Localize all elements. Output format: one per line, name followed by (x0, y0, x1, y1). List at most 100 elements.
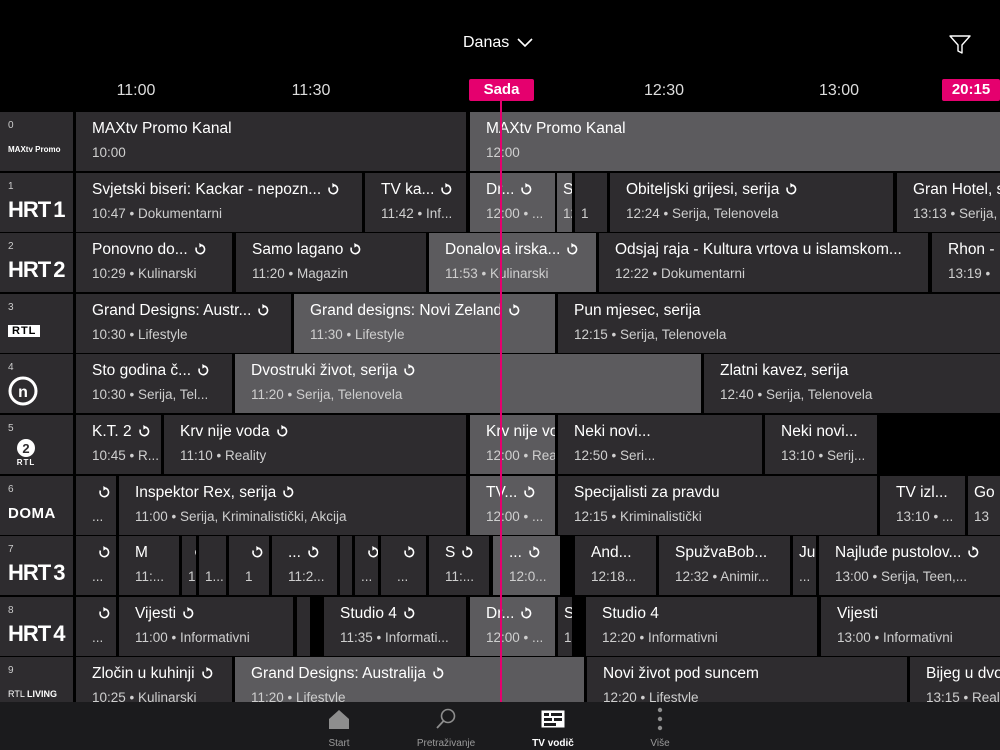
program-cell[interactable]: TV... 12:00 • ... (470, 476, 555, 535)
replay-icon (138, 425, 149, 437)
program-cell[interactable]: Najluđe pustolov... 13:00 • Serija, Teen,… (819, 536, 1000, 595)
program-cell[interactable]: And... 12:18... (575, 536, 656, 595)
program-cell[interactable]: Grand Designs: Austr... 10:30 • Lifestyle (76, 294, 291, 353)
program-cell[interactable]: Ponovno do... 10:29 • Kulinarski (76, 233, 232, 292)
program-cell[interactable]: Neki novi... 13:10 • Serij... (765, 415, 877, 474)
program-cell[interactable]: TV izl... 13:10 • ... (880, 476, 965, 535)
channel-cell[interactable]: 9 RTL LIVING (0, 657, 73, 702)
channel-number: 7 (8, 544, 14, 555)
program-cell[interactable]: Specijalisti za pravdu 12:15 • Kriminalis… (558, 476, 877, 535)
program-title-text: Obiteljski grijesi, serija (626, 181, 780, 198)
program-cell[interactable]: Pun mjesec, serija 12:15 • Serija, Teleno… (558, 294, 1000, 353)
program-cell[interactable] (340, 536, 352, 595)
program-cell[interactable]: Inspektor Rex, serija 11:00 • Serija, Kri… (119, 476, 466, 535)
program-cell[interactable]: 1 (229, 536, 269, 595)
program-cell[interactable]: MAXtv Promo Kanal 12:00 (470, 112, 1000, 171)
channel-cell[interactable]: 5 2 RTL (0, 415, 73, 474)
program-cell[interactable]: Zločin u kuhinji 10:25 • Kulinarski (76, 657, 232, 702)
tab-tv-guide[interactable]: TV vodič (508, 706, 598, 750)
channel-cell[interactable]: 7 HRT 3 (0, 536, 73, 595)
program-cell[interactable]: ... (355, 536, 378, 595)
program-title: Pun mjesec, serija (574, 302, 701, 320)
program-cell[interactable]: Ju... (793, 536, 816, 595)
program-cell[interactable]: ... (76, 476, 116, 535)
program-title: S (445, 544, 473, 562)
now-button[interactable]: Sada (469, 79, 534, 101)
program-cell[interactable]: S 11:... (429, 536, 489, 595)
program-title-text: Grand designs: Novi Zeland (310, 302, 503, 319)
program-time-genre: 12 (563, 206, 572, 221)
replay-icon (198, 364, 209, 376)
program-title-text: Studio 4 (602, 605, 659, 622)
program-time-genre: 13:13 • Serija, (913, 206, 998, 221)
day-selector[interactable]: Danas (463, 34, 533, 52)
program-cell[interactable]: Sto godina č... 10:30 • Serija, Tel... (76, 354, 232, 413)
program-cell[interactable]: Grand designs: Novi Zeland 11:30 • Lifest… (294, 294, 555, 353)
program-title-text: Studio 4 (340, 605, 397, 622)
channel-number: 8 (8, 605, 14, 616)
program-cell[interactable]: S 12 (558, 597, 572, 656)
program-cell[interactable]: Krv nije voda 12:00 • Reality (470, 415, 555, 474)
program-time-genre: 11:35 • Informati... (340, 630, 449, 645)
program-title: Dr... (486, 181, 532, 199)
tab-more[interactable]: Više (615, 706, 705, 750)
program-cell[interactable]: Zlatni kavez, serija 12:40 • Serija, Tele… (704, 354, 1000, 413)
program-cell[interactable] (297, 597, 310, 656)
program-cell[interactable]: Obiteljski grijesi, serija 12:24 • Serija… (610, 173, 893, 232)
program-cell[interactable]: Dr... 12:00 • ... (470, 173, 555, 232)
filter-icon[interactable] (948, 33, 972, 57)
program-cell[interactable]: Neki novi... 12:50 • Seri... (558, 415, 762, 474)
program-cell[interactable]: M 11:... (119, 536, 179, 595)
program-cell[interactable]: MAXtv Promo Kanal 10:00 (76, 112, 466, 171)
program-cell[interactable]: K.T. 2 10:45 • R... (76, 415, 161, 474)
program-title-text: Neki novi... (781, 423, 858, 440)
program-cell[interactable]: ... (76, 536, 116, 595)
program-cell[interactable]: 1 (182, 536, 196, 595)
program-cell[interactable]: Studio 4 12:20 • Informativni (586, 597, 817, 656)
program-cell[interactable]: ... 12:0... (493, 536, 560, 595)
tab-search[interactable]: Pretraživanje (401, 706, 491, 750)
program-title (92, 484, 110, 502)
replay-icon (441, 183, 452, 195)
program-time-genre: 11:30 • Lifestyle (310, 327, 405, 342)
program-cell[interactable]: ... 11:2... (272, 536, 337, 595)
channel-cell[interactable]: 2 HRT 2 (0, 233, 73, 292)
channel-logo: MAXtv Promo (8, 144, 61, 154)
program-cell[interactable]: Svjetski biseri: Kackar - nepozn... 10:47… (76, 173, 362, 232)
program-time-genre: 13:10 • ... (896, 509, 954, 524)
program-cell[interactable]: Grand Designs: Australija 11:20 • Lifesty… (235, 657, 584, 702)
channel-number: 9 (8, 665, 14, 676)
program-cell[interactable]: Rhon - 13:19 • (932, 233, 1000, 292)
channel-cell[interactable]: 1 HRT 1 (0, 173, 73, 232)
program-cell[interactable]: Bijeg u dvo 13:15 • Reali (910, 657, 1000, 702)
tab-start[interactable]: Start (294, 706, 384, 750)
program-cell[interactable]: Samo lagano 11:20 • Magazin (236, 233, 426, 292)
program-cell[interactable]: Dr... 12:00 • ... (470, 597, 555, 656)
channel-cell[interactable]: 6 DOMA (0, 476, 73, 535)
program-time-genre: 12:00 • ... (486, 509, 544, 524)
program-cell[interactable]: SpužvaBob... 12:32 • Animir... (659, 536, 790, 595)
program-cell[interactable]: Odsjaj raja - Kultura vrtova u islamskom… (599, 233, 928, 292)
program-title-text: Vijesti (837, 605, 879, 622)
program-cell[interactable]: S 12 (557, 173, 572, 232)
program-cell[interactable]: Studio 4 11:35 • Informati... (324, 597, 466, 656)
channel-cell[interactable]: 4n (0, 354, 73, 413)
program-cell[interactable]: TV ka... 11:42 • Inf... (365, 173, 466, 232)
channel-cell[interactable]: 8 HRT 4 (0, 597, 73, 656)
program-cell[interactable]: Novi život pod suncem 12:20 • Lifestyle (587, 657, 907, 702)
program-cell[interactable]: 1 (575, 173, 607, 232)
program-title-text: MAXtv Promo Kanal (92, 120, 232, 137)
program-cell[interactable]: Donalova irska... 11:53 • Kulinarski (429, 233, 596, 292)
program-cell[interactable]: ... (76, 597, 116, 656)
program-cell[interactable]: ... (381, 536, 426, 595)
program-cell[interactable]: Krv nije voda 11:10 • Reality (164, 415, 466, 474)
program-title: And... (591, 544, 632, 562)
program-cell[interactable]: Go 13 (968, 476, 1000, 535)
channel-cell[interactable]: 0 MAXtv Promo (0, 112, 73, 171)
program-cell[interactable]: Gran Hotel, s 13:13 • Serija, (897, 173, 1000, 232)
channel-cell[interactable]: 3 RTL (0, 294, 73, 353)
program-cell[interactable]: 1... (199, 536, 226, 595)
program-cell[interactable]: Vijesti 11:00 • Informativni (119, 597, 293, 656)
program-cell[interactable]: Vijesti 13:00 • Informativni (821, 597, 1000, 656)
program-cell[interactable]: Dvostruki život, serija 11:20 • Serija, T… (235, 354, 701, 413)
